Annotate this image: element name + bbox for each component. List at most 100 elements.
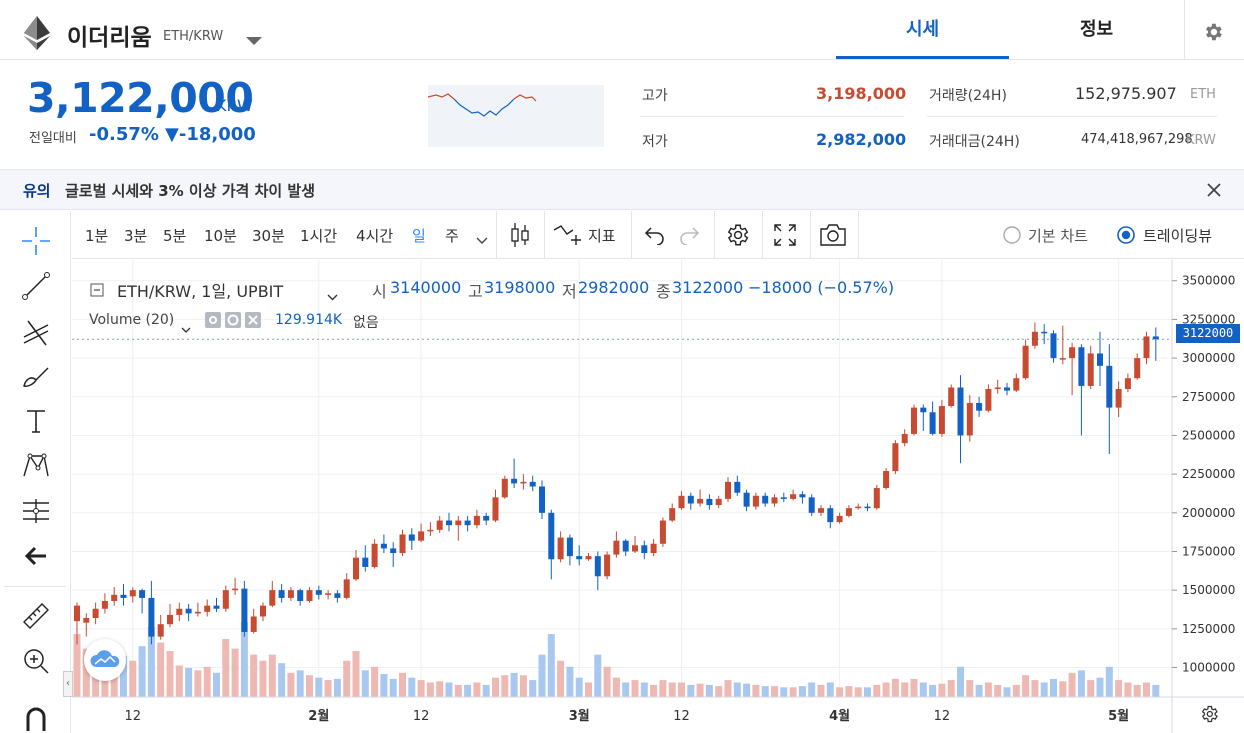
- interval-week[interactable]: 주: [445, 225, 459, 246]
- candle-body: [659, 520, 666, 544]
- ruler-icon[interactable]: [18, 598, 54, 634]
- volume-bar: [678, 682, 685, 697]
- eye-icon[interactable]: [205, 312, 221, 332]
- arrow-left-icon[interactable]: [18, 538, 54, 574]
- candle-type-icon[interactable]: [508, 221, 532, 253]
- legend-open-label: 시: [372, 282, 387, 301]
- candle-body: [1124, 378, 1131, 390]
- settings-small-icon[interactable]: [225, 312, 241, 332]
- candle-body: [715, 498, 722, 506]
- interval-5m[interactable]: 5분: [163, 225, 186, 246]
- candle-body: [418, 531, 425, 541]
- redo-icon[interactable]: [678, 225, 700, 249]
- settings-icon[interactable]: [724, 222, 750, 252]
- basic-chart-label[interactable]: 기본 차트: [1028, 225, 1088, 246]
- legend-low: 2982000: [578, 278, 650, 297]
- camera-icon[interactable]: [819, 223, 847, 251]
- radio-basic-chart[interactable]: [1002, 225, 1022, 249]
- interval-4h[interactable]: 4시간: [356, 225, 393, 246]
- volume-bar: [250, 654, 258, 697]
- coin-pair: ETH/KRW: [163, 29, 224, 44]
- candle-body: [157, 624, 164, 637]
- candle-body: [241, 588, 248, 632]
- chevron-down-icon[interactable]: [476, 230, 488, 249]
- tab-info[interactable]: 정보: [1010, 0, 1183, 59]
- volume-indicator-extra: 없음: [353, 315, 379, 331]
- volume-bar: [557, 660, 565, 697]
- volume-bar: [622, 682, 630, 697]
- close-icon[interactable]: [1206, 182, 1222, 202]
- chevron-down-icon[interactable]: [181, 318, 191, 337]
- fullscreen-icon[interactable]: [773, 223, 797, 251]
- last-price-label: 3122000: [1176, 324, 1240, 343]
- indicators-button[interactable]: 지표: [588, 225, 616, 246]
- pattern-icon[interactable]: [18, 448, 54, 484]
- volume-bar: [129, 660, 137, 697]
- radio-tradingview[interactable]: [1116, 225, 1136, 249]
- volume-bar: [203, 666, 211, 697]
- volume-bar: [585, 682, 592, 697]
- candle-body: [585, 556, 592, 560]
- legend-symbol[interactable]: ETH/KRW, 1일, UPBIT: [117, 278, 283, 302]
- candle-body: [390, 548, 397, 554]
- volume-bar: [538, 654, 546, 697]
- volume-bar: [826, 682, 834, 697]
- price-chart[interactable]: 1000000 1250000 1500000 1750000 2000000 22500…: [63, 260, 1244, 733]
- remove-icon[interactable]: [245, 312, 261, 332]
- volume-bar: [612, 677, 620, 697]
- tab-price[interactable]: 시세: [836, 0, 1009, 59]
- measure-icon[interactable]: [18, 493, 54, 529]
- volume-bar: [1096, 677, 1104, 697]
- interval-1h[interactable]: 1시간: [300, 225, 337, 246]
- notice-tag: 유의: [23, 182, 51, 200]
- brush-icon[interactable]: [18, 358, 54, 394]
- candle-body: [966, 402, 973, 436]
- trend-line-icon[interactable]: [18, 268, 54, 304]
- time-tick-label: 12: [934, 709, 951, 724]
- axis-settings-icon[interactable]: [1199, 704, 1219, 728]
- candle-body: [985, 389, 992, 411]
- change-rate: -0.57%: [89, 124, 159, 145]
- volume-bar: [436, 681, 444, 697]
- candle-body: [222, 590, 229, 609]
- magnet-icon[interactable]: [18, 699, 54, 733]
- text-icon[interactable]: [18, 403, 54, 439]
- volume-bar: [1087, 680, 1095, 697]
- crosshair-icon[interactable]: [18, 223, 54, 259]
- zoom-in-icon[interactable]: [18, 643, 54, 679]
- interval-1m[interactable]: 1분: [85, 225, 108, 246]
- gear-icon[interactable]: [1202, 21, 1224, 47]
- chevron-down-icon[interactable]: [245, 31, 263, 50]
- interval-day[interactable]: 일: [412, 225, 426, 246]
- interval-30m[interactable]: 30분: [252, 225, 285, 246]
- chevron-down-icon[interactable]: [327, 286, 338, 305]
- volume-bar: [296, 670, 304, 697]
- candle-body: [948, 387, 955, 407]
- candle-body: [269, 590, 276, 606]
- fib-retracement-icon[interactable]: [18, 313, 54, 349]
- volume-bar: [492, 677, 499, 697]
- interval-3m[interactable]: 3분: [124, 225, 147, 246]
- undo-icon[interactable]: [644, 225, 666, 249]
- volume-indicator-label[interactable]: Volume (20): [89, 312, 174, 328]
- cloud-logo-icon[interactable]: [84, 639, 126, 681]
- price-tick-label: 1750000: [1182, 544, 1235, 558]
- volume-bar: [696, 683, 704, 697]
- panel-toggle[interactable]: ‹: [63, 671, 73, 697]
- volume-bar: [157, 642, 165, 697]
- candle-body: [678, 495, 685, 509]
- volume-bar: [864, 687, 871, 697]
- candle-body: [539, 486, 545, 513]
- indicators-icon[interactable]: [553, 224, 583, 250]
- tradingview-label[interactable]: 트레이딩뷰: [1143, 225, 1212, 246]
- volume-bar: [222, 638, 230, 697]
- volume-bar: [343, 660, 351, 697]
- volume-bar: [259, 660, 267, 697]
- volume-bar: [966, 680, 974, 697]
- volume-bar: [1105, 666, 1113, 697]
- legend-close-label: 종: [656, 282, 671, 301]
- legend-high-label: 고: [468, 282, 483, 301]
- volume-bar: [845, 686, 853, 697]
- interval-10m[interactable]: 10분: [204, 225, 237, 246]
- collapse-icon[interactable]: [90, 282, 104, 301]
